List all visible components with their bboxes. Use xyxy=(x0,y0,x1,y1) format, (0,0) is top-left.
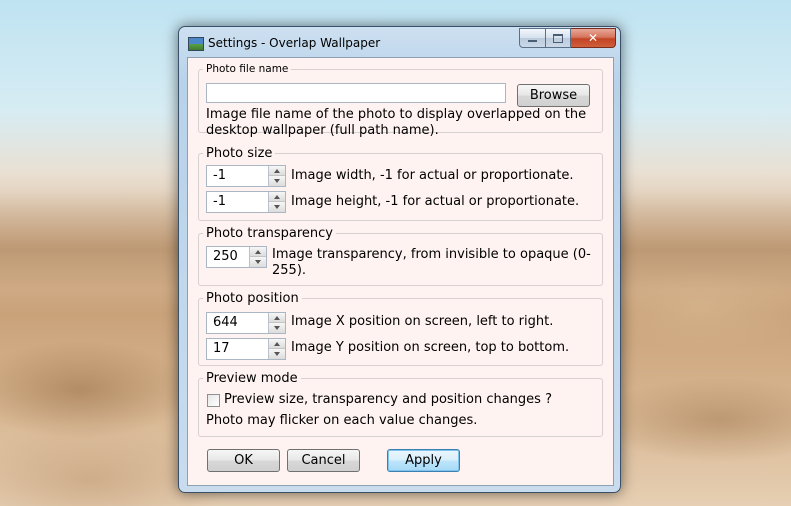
preview-checkbox[interactable] xyxy=(207,394,220,407)
width-value: -1 xyxy=(213,168,226,183)
cancel-button[interactable]: Cancel xyxy=(287,449,360,472)
arrow-down-icon xyxy=(274,352,280,356)
minimize-icon xyxy=(528,40,537,42)
preview-mode-legend: Preview mode xyxy=(206,371,298,386)
arrow-up-icon xyxy=(255,249,261,254)
maximize-icon xyxy=(553,33,563,43)
photo-transparency-legend: Photo transparency xyxy=(206,226,333,241)
height-spinner[interactable]: -1 xyxy=(206,191,286,213)
y-down-button[interactable] xyxy=(269,349,285,359)
browse-button[interactable]: Browse xyxy=(517,84,590,107)
window-title: Settings - Overlap Wallpaper xyxy=(208,36,381,50)
photo-file-input[interactable] xyxy=(206,83,506,103)
x-position-value: 644 xyxy=(213,315,238,330)
y-position-spinner[interactable]: 17 xyxy=(206,338,286,360)
arrow-down-icon xyxy=(274,179,280,183)
x-down-button[interactable] xyxy=(269,323,285,333)
width-up-button[interactable] xyxy=(269,166,285,176)
x-position-description: Image X position on screen, left to righ… xyxy=(291,314,554,329)
height-down-button[interactable] xyxy=(269,202,285,212)
preview-note: Photo may flicker on each value changes. xyxy=(206,413,478,428)
settings-window: Settings - Overlap Wallpaper ✕ Photo fil… xyxy=(178,26,621,493)
transparency-spinner[interactable]: 250 xyxy=(206,246,267,268)
transparency-down-button[interactable] xyxy=(250,257,266,267)
arrow-down-icon xyxy=(274,326,280,330)
arrow-up-icon xyxy=(274,168,280,173)
arrow-up-icon xyxy=(274,194,280,199)
preview-checkbox-label[interactable]: Preview size, transparency and position … xyxy=(224,392,552,408)
transparency-value: 250 xyxy=(213,249,238,264)
photo-file-legend: Photo file name xyxy=(206,63,289,75)
height-description: Image height, -1 for actual or proportio… xyxy=(291,194,580,209)
arrow-down-icon xyxy=(274,205,280,209)
transparency-description: Image transparency, from invisible to op… xyxy=(272,247,591,278)
close-icon: ✕ xyxy=(587,31,599,45)
width-down-button[interactable] xyxy=(269,176,285,186)
photo-position-legend: Photo position xyxy=(206,291,299,306)
app-icon xyxy=(188,37,204,51)
y-up-button[interactable] xyxy=(269,339,285,349)
transparency-up-button[interactable] xyxy=(250,247,266,257)
width-description: Image width, -1 for actual or proportion… xyxy=(291,168,574,183)
y-position-description: Image Y position on screen, top to botto… xyxy=(291,340,570,355)
arrow-up-icon xyxy=(274,341,280,346)
minimize-button[interactable] xyxy=(519,28,546,48)
height-value: -1 xyxy=(213,194,226,209)
photo-file-description: Image file name of the photo to display … xyxy=(206,107,587,138)
photo-size-legend: Photo size xyxy=(206,146,273,161)
maximize-button[interactable] xyxy=(546,28,571,48)
ok-button[interactable]: OK xyxy=(207,449,280,472)
height-up-button[interactable] xyxy=(269,192,285,202)
x-up-button[interactable] xyxy=(269,313,285,323)
arrow-down-icon xyxy=(255,260,261,264)
close-button[interactable]: ✕ xyxy=(571,28,616,48)
dialog-client-area: Photo file name Browse Image file name o… xyxy=(187,57,614,486)
x-position-spinner[interactable]: 644 xyxy=(206,312,286,334)
caption-buttons: ✕ xyxy=(519,28,616,48)
arrow-up-icon xyxy=(274,315,280,320)
title-bar[interactable]: Settings - Overlap Wallpaper ✕ xyxy=(179,27,620,57)
apply-button[interactable]: Apply xyxy=(387,449,460,472)
width-spinner[interactable]: -1 xyxy=(206,165,286,187)
y-position-value: 17 xyxy=(213,341,230,356)
